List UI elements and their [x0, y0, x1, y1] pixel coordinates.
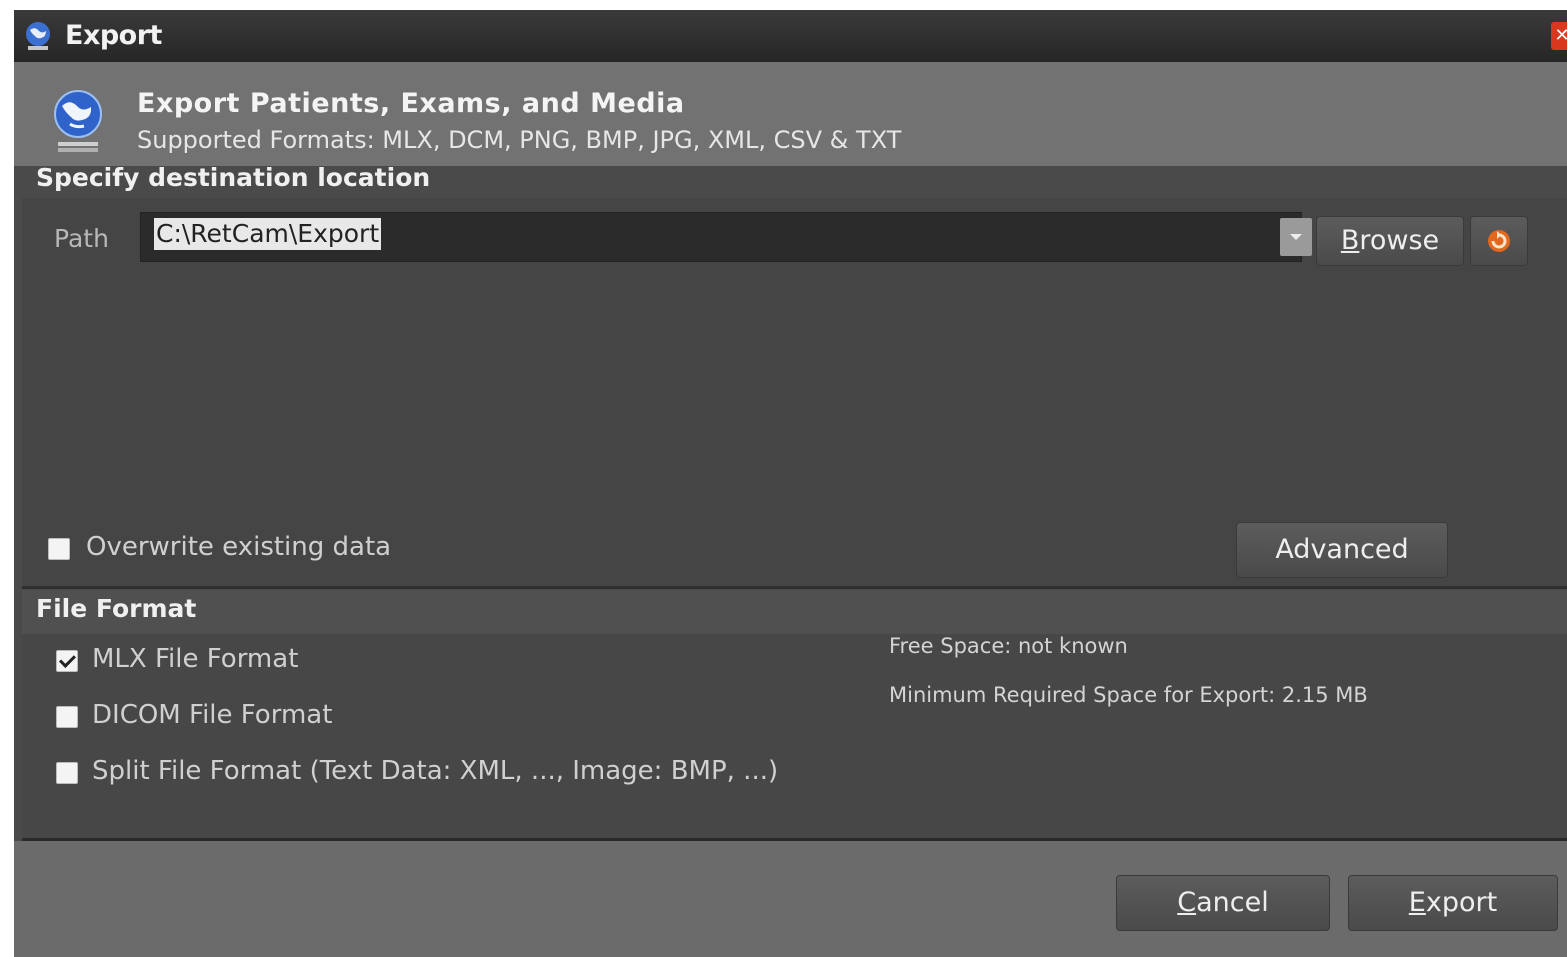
browse-button[interactable]: Browse [1316, 216, 1464, 266]
globe-icon [26, 22, 50, 50]
file-format-header [22, 590, 1567, 634]
min-required-space-text: Minimum Required Space for Export: 2.15 … [889, 683, 1368, 707]
destination-section-title: Specify destination location [36, 163, 431, 192]
export-dialog: Export ✕ Export Patients, Exams, and Med… [14, 10, 1567, 957]
header-subtitle: Supported Formats: MLX, DCM, PNG, BMP, J… [137, 126, 902, 154]
refresh-icon [1488, 230, 1510, 252]
refresh-button[interactable] [1470, 216, 1528, 266]
split-format-label: Split File Format (Text Data: XML, ..., … [92, 756, 779, 786]
file-format-section-title: File Format [36, 594, 197, 623]
cancel-button[interactable]: Cancel [1116, 875, 1330, 931]
close-icon[interactable]: ✕ [1551, 22, 1567, 50]
path-label: Path [54, 224, 109, 253]
free-space-text: Free Space: not known [889, 634, 1128, 658]
title-bar: Export ✕ [14, 10, 1567, 62]
globe-export-icon [54, 90, 102, 152]
window-title: Export [65, 20, 162, 51]
header-title: Export Patients, Exams, and Media [137, 88, 685, 119]
mlx-format-label: MLX File Format [92, 644, 299, 674]
split-format-checkbox[interactable] [56, 762, 78, 784]
chevron-down-icon[interactable] [1280, 218, 1312, 256]
export-label: xport [1425, 887, 1498, 918]
dicom-format-checkbox[interactable] [56, 706, 78, 728]
dialog-footer [14, 841, 1567, 957]
dicom-format-label: DICOM File Format [92, 700, 333, 730]
browse-label: rowse [1359, 225, 1440, 256]
cancel-mnemonic: C [1177, 887, 1197, 918]
advanced-button[interactable]: Advanced [1236, 522, 1448, 578]
browse-mnemonic: B [1340, 225, 1360, 256]
export-button[interactable]: Export [1348, 875, 1558, 931]
export-mnemonic: E [1408, 887, 1426, 918]
overwrite-label: Overwrite existing data [86, 532, 392, 562]
overwrite-checkbox[interactable] [48, 538, 70, 560]
path-input[interactable]: C:\RetCam\Export [154, 218, 382, 250]
dialog-header: Export Patients, Exams, and Media Suppor… [14, 62, 1567, 166]
mlx-format-checkbox[interactable] [56, 650, 78, 672]
cancel-label: ancel [1196, 887, 1269, 918]
